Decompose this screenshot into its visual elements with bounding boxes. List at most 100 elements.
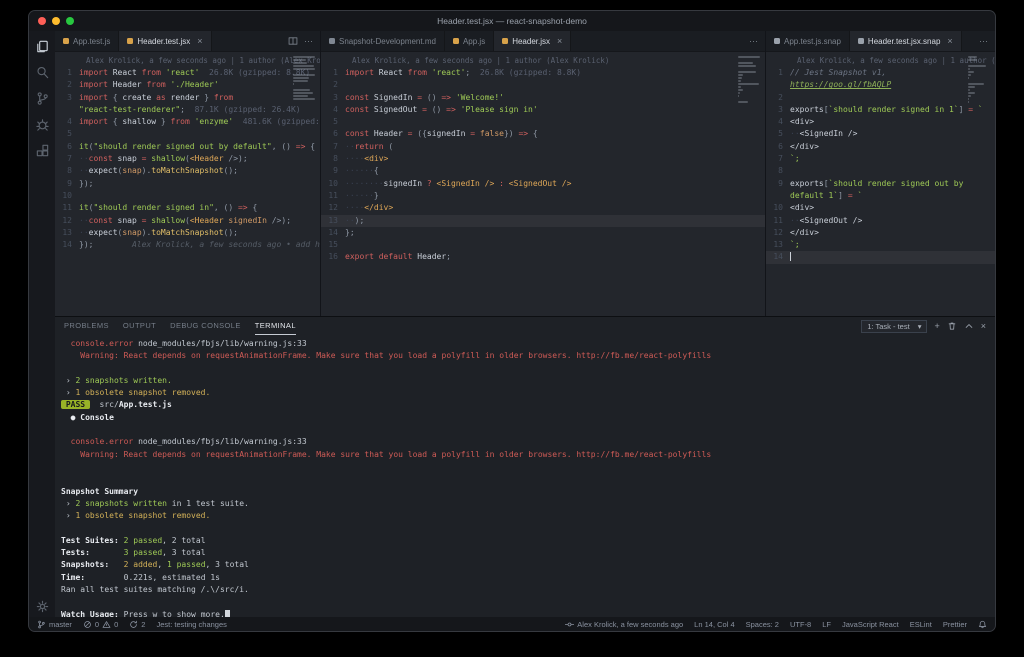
terminal-output[interactable]: console.error node_modules/fbjs/lib/warn… xyxy=(55,335,995,617)
tab-app-test-js-snap[interactable]: App.test.js.snap xyxy=(766,31,850,51)
tab-snapshot-development-md[interactable]: Snapshot-Development.md xyxy=(321,31,445,51)
code-line[interactable]: 5 ··<SignedIn /> xyxy=(766,128,995,140)
panel-tab-output[interactable]: OUTPUT xyxy=(123,317,156,335)
tab-app-js[interactable]: App.js xyxy=(444,31,495,51)
code-line[interactable]: 13 `; xyxy=(766,239,995,251)
code-line[interactable]: 2 xyxy=(766,92,995,104)
kill-terminal-icon[interactable] xyxy=(947,321,957,331)
cursor-position-status[interactable]: Ln 14, Col 4 xyxy=(694,620,734,629)
code-line[interactable]: 14}); Alex Krolick, a few seconds ago • … xyxy=(55,239,320,251)
notifications-bell-icon[interactable] xyxy=(978,620,987,629)
code-line[interactable]: 1 import React from 'react'; 26.8K (gzipp… xyxy=(321,67,765,79)
code-line[interactable]: 13 ··); xyxy=(321,214,765,227)
explorer-icon[interactable] xyxy=(34,38,50,54)
maximize-panel-icon[interactable] xyxy=(964,321,974,331)
gitlens-codelens[interactable]: Alex Krolick, a few seconds ago | 1 auth… xyxy=(55,55,320,67)
code-line[interactable]: 7 `; xyxy=(766,153,995,165)
code-line[interactable]: 12 ··const snap = shallow(<Header signedI… xyxy=(55,215,320,227)
code-line[interactable]: 7 ··const snap = shallow(<Header />); xyxy=(55,153,320,165)
code-line[interactable]: 1 import React from 'react' 26.8K (gzippe… xyxy=(55,67,320,79)
code-line[interactable]: 4 <div> xyxy=(766,116,995,128)
more-actions-icon[interactable]: ··· xyxy=(979,36,988,46)
more-actions-icon[interactable]: ··· xyxy=(749,36,758,46)
editor-header-test-jsx-snap[interactable]: Alex Krolick, a few seconds ago | 1 auth… xyxy=(766,52,995,316)
split-editor-icon[interactable] xyxy=(288,36,298,46)
code-line[interactable]: 8 xyxy=(766,165,995,177)
code-line[interactable]: 9 exports[`should render signed out by xyxy=(766,178,995,190)
settings-gear-icon[interactable] xyxy=(34,598,50,614)
gitlens-codelens[interactable]: Alex Krolick, a few seconds ago | 1 auth… xyxy=(766,55,995,67)
close-tab-icon[interactable]: × xyxy=(557,36,562,46)
code-line[interactable]: 12 </div> xyxy=(766,227,995,239)
code-line[interactable]: "react-test-renderer"; 87.1K (gzipped: 2… xyxy=(55,104,320,116)
close-panel-icon[interactable]: × xyxy=(981,321,986,331)
close-tab-icon[interactable]: × xyxy=(947,36,952,46)
editor-header-test-jsx[interactable]: Alex Krolick, a few seconds ago | 1 auth… xyxy=(55,52,320,316)
code-line[interactable]: 7 ··return ( xyxy=(321,141,765,153)
search-icon[interactable] xyxy=(34,64,50,80)
code-line[interactable]: 8 ··expect(snap).toMatchSnapshot(); xyxy=(55,165,320,177)
code-line[interactable]: https://goo.gl/fbAQLP xyxy=(766,79,995,91)
code-line[interactable]: 11 ··<SignedOut /> xyxy=(766,215,995,227)
code-line[interactable]: 5 xyxy=(55,128,320,140)
code-line[interactable]: 10 xyxy=(55,190,320,202)
problems-indicator[interactable]: 0 0 xyxy=(83,620,118,629)
code-line[interactable]: 2 xyxy=(321,79,765,91)
code-line[interactable]: default 1`] = ` xyxy=(766,190,995,202)
minimize-window-button[interactable] xyxy=(52,17,60,25)
panel-tab-debug-console[interactable]: DEBUG CONSOLE xyxy=(170,317,241,335)
source-control-icon[interactable] xyxy=(34,90,50,106)
terminal-picker[interactable]: 1: Task - test ▾ xyxy=(861,319,928,333)
jest-status[interactable]: Jest: testing changes xyxy=(156,620,226,629)
eol-status[interactable]: LF xyxy=(822,620,831,629)
debug-icon[interactable] xyxy=(34,116,50,132)
prettier-status[interactable]: Prettier xyxy=(943,620,967,629)
code-line[interactable]: 4 import { shallow } from 'enzyme' 481.6K… xyxy=(55,116,320,128)
code-line[interactable]: 15 xyxy=(321,239,765,251)
git-branch-indicator[interactable]: master xyxy=(37,620,72,629)
more-actions-icon[interactable]: ··· xyxy=(304,36,313,46)
code-line[interactable]: 4 const SignedOut = () => 'Please sign in… xyxy=(321,104,765,116)
sync-indicator[interactable]: 2 xyxy=(129,620,145,629)
code-line[interactable]: 2 import Header from './Header' xyxy=(55,79,320,91)
gitlens-codelens[interactable]: Alex Krolick, a few seconds ago | 1 auth… xyxy=(321,55,765,67)
code-line[interactable]: 10 <div> xyxy=(766,202,995,214)
indentation-status[interactable]: Spaces: 2 xyxy=(746,620,779,629)
code-line[interactable]: 6 </div> xyxy=(766,141,995,153)
gitlens-blame-status[interactable]: Alex Krolick, a few seconds ago xyxy=(565,620,683,629)
code-line[interactable]: 11 ······} xyxy=(321,190,765,202)
code-line[interactable]: 8 ····<div> xyxy=(321,153,765,165)
code-line[interactable]: 1// Jest Snapshot v1, xyxy=(766,67,995,79)
code-line[interactable]: 9 ······{ xyxy=(321,165,765,177)
panel-tab-problems[interactable]: PROBLEMS xyxy=(64,317,109,335)
language-mode-status[interactable]: JavaScript React xyxy=(842,620,899,629)
code-line[interactable]: 13 ··expect(snap).toMatchSnapshot(); xyxy=(55,227,320,239)
tab-header-test-jsx-snap[interactable]: Header.test.jsx.snap × xyxy=(849,31,962,51)
code-line[interactable]: 10 ········signedIn ? <SignedIn /> : <Sig… xyxy=(321,178,765,190)
encoding-status[interactable]: UTF-8 xyxy=(790,620,811,629)
tab-app-test-js[interactable]: App.test.js xyxy=(55,31,120,51)
tab-header-jsx[interactable]: Header.jsx × xyxy=(494,31,572,51)
editor-header-jsx[interactable]: Alex Krolick, a few seconds ago | 1 auth… xyxy=(321,52,765,316)
panel-tab-terminal[interactable]: TERMINAL xyxy=(254,317,296,335)
code-line[interactable]: 3 exports[`should render signed in 1`] = … xyxy=(766,104,995,116)
close-window-button[interactable] xyxy=(38,17,46,25)
code-line[interactable]: 12 ····</div> xyxy=(321,202,765,214)
code-line[interactable]: 11 it("should render signed in", () => { xyxy=(55,202,320,214)
code-line[interactable]: 14 xyxy=(766,251,995,264)
code-line[interactable]: 6 it("should render signed out by default… xyxy=(55,141,320,153)
code-line[interactable]: 3 const SignedIn = () => 'Welcome!' xyxy=(321,92,765,104)
tab-header-test-jsx[interactable]: Header.test.jsx × xyxy=(119,31,212,51)
code-line[interactable]: 6 const Header = ({signedIn = false}) => … xyxy=(321,128,765,140)
code-line[interactable]: 14}; xyxy=(321,227,765,239)
extensions-icon[interactable] xyxy=(34,142,50,158)
zoom-window-button[interactable] xyxy=(66,17,74,25)
titlebar[interactable]: Header.test.jsx — react-snapshot-demo xyxy=(29,11,995,31)
code-line[interactable]: 5 xyxy=(321,116,765,128)
eslint-status[interactable]: ESLint xyxy=(910,620,932,629)
close-tab-icon[interactable]: × xyxy=(197,36,202,46)
new-terminal-button[interactable]: + xyxy=(934,321,939,331)
code-line[interactable]: 16 export default Header; xyxy=(321,251,765,263)
code-line[interactable]: 9}); xyxy=(55,178,320,190)
code-line[interactable]: 3 import { create as render } from xyxy=(55,92,320,104)
